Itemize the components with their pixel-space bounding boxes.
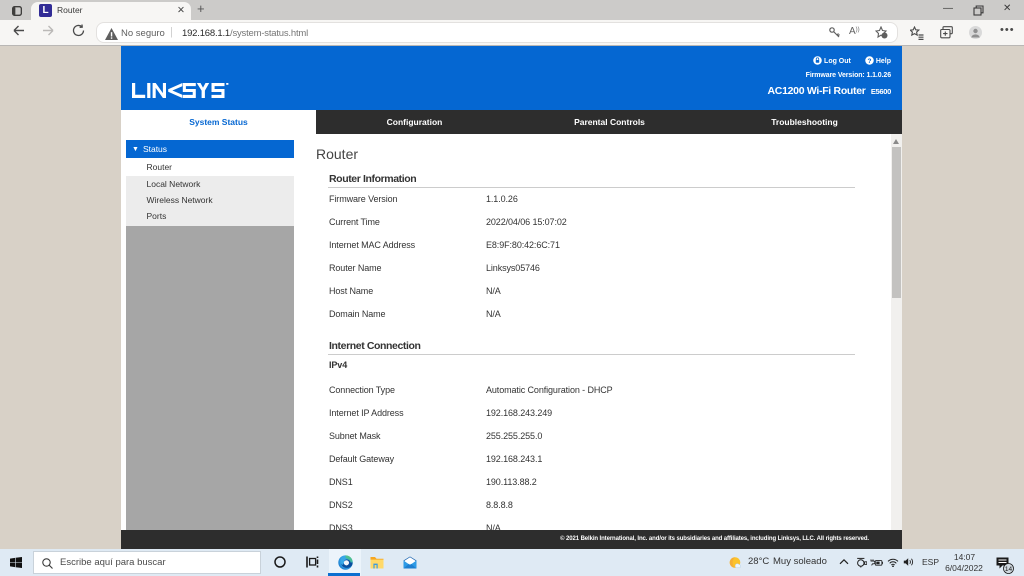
svg-text:14: 14 [1005,566,1013,573]
svg-text:?: ? [867,58,871,65]
